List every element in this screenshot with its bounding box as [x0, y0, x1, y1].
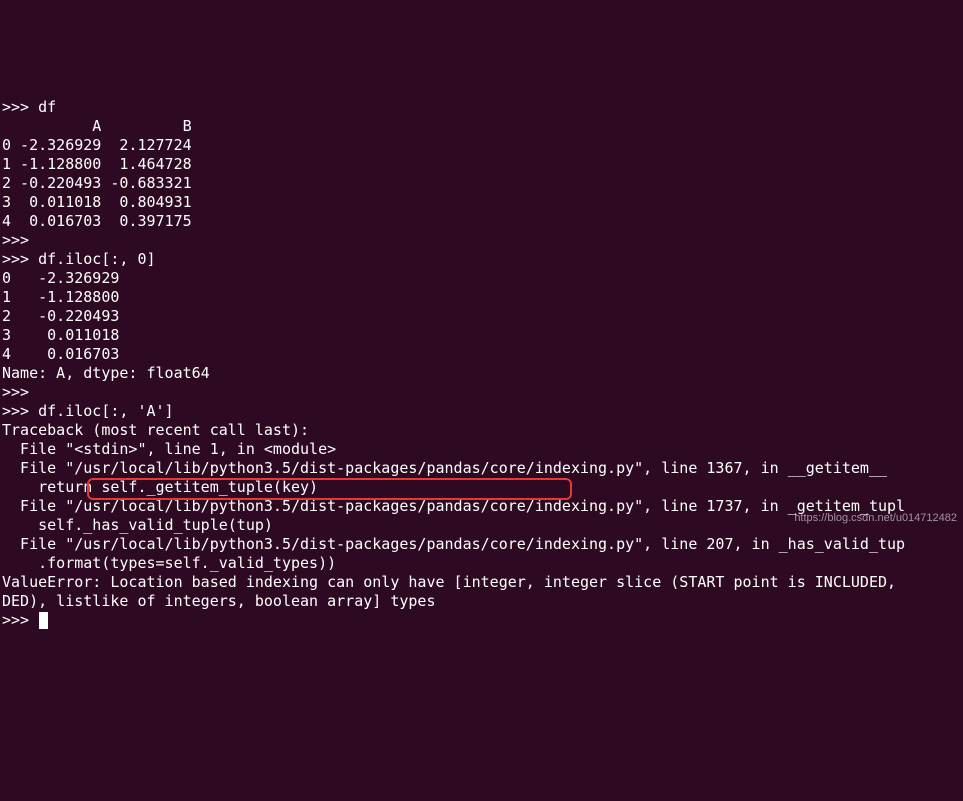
prompt-text: >>> — [2, 611, 38, 629]
output-line: >>> — [2, 383, 38, 401]
output-line: self._has_valid_tuple(tup) — [2, 516, 273, 534]
prompt-line[interactable]: >>> — [2, 611, 48, 629]
output-line: A B — [2, 117, 192, 135]
output-line: ValueError: Location based indexing can … — [2, 573, 896, 591]
output-line: >>> — [2, 231, 38, 249]
output-line: >>> df.iloc[:, 0] — [2, 250, 156, 268]
output-line: 4 0.016703 0.397175 — [2, 212, 192, 230]
output-line: File "/usr/local/lib/python3.5/dist-pack… — [2, 497, 905, 515]
output-line: 1 -1.128800 1.464728 — [2, 155, 192, 173]
output-line: File "/usr/local/lib/python3.5/dist-pack… — [2, 459, 887, 477]
output-line: DED), listlike of integers, boolean arra… — [2, 592, 435, 610]
output-line: 4 0.016703 — [2, 345, 119, 363]
terminal-output: >>> df A B 0 -2.326929 2.127724 1 -1.128… — [2, 79, 961, 630]
output-line: .format(types=self._valid_types)) — [2, 554, 336, 572]
output-line: 0 -2.326929 2.127724 — [2, 136, 192, 154]
output-line: 2 -0.220493 -0.683321 — [2, 174, 192, 192]
output-line: 0 -2.326929 — [2, 269, 119, 287]
watermark-text: https://blog.csdn.net/u014712482 — [794, 509, 957, 528]
output-line: Name: A, dtype: float64 — [2, 364, 210, 382]
output-line: 3 0.011018 0.804931 — [2, 193, 192, 211]
output-line: 1 -1.128800 — [2, 288, 119, 306]
output-line: File "<stdin>", line 1, in <module> — [2, 440, 336, 458]
output-line: >>> df.iloc[:, 'A'] — [2, 402, 174, 420]
output-line: 3 0.011018 — [2, 326, 119, 344]
output-line: >>> df — [2, 98, 56, 116]
output-line: return self._getitem_tuple(key) — [2, 478, 318, 496]
text-cursor — [39, 612, 48, 629]
output-line: 2 -0.220493 — [2, 307, 119, 325]
output-line: Traceback (most recent call last): — [2, 421, 309, 439]
